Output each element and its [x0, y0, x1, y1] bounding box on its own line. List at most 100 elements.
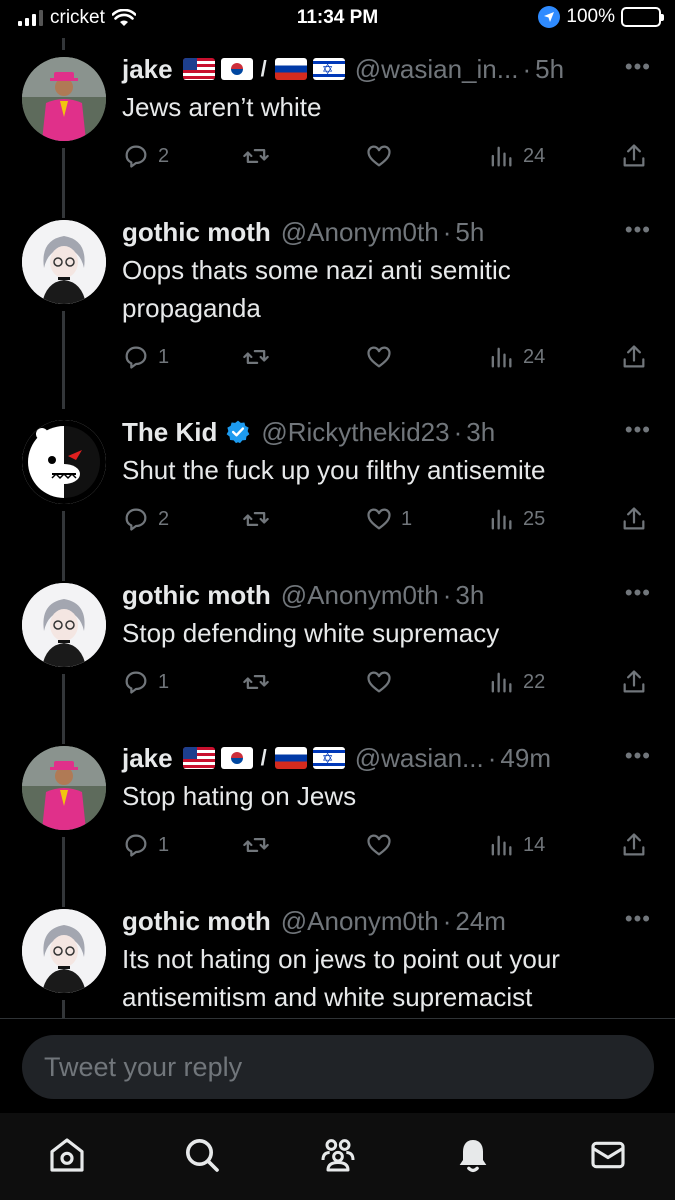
- avatar[interactable]: [22, 220, 106, 304]
- reply-count: 1: [158, 670, 170, 693]
- avatar[interactable]: [22, 583, 106, 667]
- like-button[interactable]: [365, 343, 401, 371]
- timestamp[interactable]: 24m: [455, 906, 506, 937]
- share-button[interactable]: [620, 142, 648, 170]
- display-name[interactable]: The Kid: [122, 417, 217, 448]
- tweet-header: The Kid @Rickythekid23 · 3h: [122, 415, 655, 449]
- avatar[interactable]: [22, 420, 106, 504]
- tweet-content: gothic moth @Anonym0th · 5h ••• Oops tha…: [122, 215, 655, 377]
- views-button[interactable]: 14: [487, 831, 545, 859]
- il-flag-icon: [312, 747, 345, 769]
- reply-bar: [0, 1018, 675, 1113]
- handle[interactable]: @Anonym0th: [281, 580, 439, 611]
- views-button[interactable]: 22: [487, 668, 545, 696]
- avatar[interactable]: [22, 909, 106, 993]
- tweet[interactable]: gothic moth @Anonym0th · 3h ••• Stop def…: [0, 578, 675, 728]
- more-options-icon[interactable]: •••: [625, 417, 651, 443]
- more-options-icon[interactable]: •••: [625, 580, 651, 606]
- separator-dot: ·: [442, 905, 452, 936]
- reply-button[interactable]: 2: [122, 142, 169, 170]
- display-name[interactable]: gothic moth: [122, 217, 271, 248]
- more-options-icon[interactable]: •••: [625, 906, 651, 932]
- tweet[interactable]: The Kid @Rickythekid23 · 3h ••• Shut the…: [0, 415, 675, 565]
- flag-separator: /: [260, 56, 267, 81]
- reply-icon: [125, 508, 147, 531]
- status-bar: cricket 11:34 PM 100%: [0, 0, 675, 38]
- timestamp[interactable]: 5h: [455, 217, 484, 248]
- tweet[interactable]: jake / @wasian_in... · 5h ••• Jews aren’…: [0, 52, 675, 202]
- views-button[interactable]: 25: [487, 505, 545, 533]
- notifications-tab[interactable]: [451, 1133, 495, 1177]
- home-tab[interactable]: [45, 1133, 89, 1177]
- communities-tab[interactable]: [316, 1133, 360, 1177]
- share-button[interactable]: [620, 505, 648, 533]
- display-name[interactable]: gothic moth: [122, 580, 271, 611]
- tweet[interactable]: gothic moth @Anonym0th · 24m ••• Its not…: [0, 904, 675, 1018]
- views-button[interactable]: 24: [487, 343, 545, 371]
- view-count: 14: [523, 833, 546, 856]
- tweet-content: gothic moth @Anonym0th · 24m ••• Its not…: [122, 904, 655, 1016]
- share-button[interactable]: [620, 668, 648, 696]
- search-tab[interactable]: [180, 1133, 224, 1177]
- timestamp[interactable]: 49m: [500, 743, 551, 774]
- avatar-image: [22, 220, 106, 304]
- more-options-icon[interactable]: •••: [625, 217, 651, 243]
- avatar[interactable]: [22, 57, 106, 141]
- status-right: 100%: [538, 6, 664, 28]
- like-button[interactable]: [365, 668, 401, 696]
- handle[interactable]: @wasian...: [355, 743, 484, 774]
- like-count: 1: [401, 507, 413, 530]
- views-icon: [491, 672, 512, 693]
- views-icon: [491, 509, 512, 530]
- retweet-button[interactable]: [242, 142, 278, 170]
- retweet-button[interactable]: [242, 505, 278, 533]
- share-icon: [623, 144, 645, 167]
- timestamp[interactable]: 5h: [535, 54, 564, 85]
- timestamp[interactable]: 3h: [455, 580, 484, 611]
- separator-dot: ·: [487, 742, 497, 773]
- tweet[interactable]: gothic moth @Anonym0th · 5h ••• Oops tha…: [0, 215, 675, 405]
- more-options-icon[interactable]: •••: [625, 743, 651, 769]
- reply-input[interactable]: [22, 1035, 654, 1099]
- like-button[interactable]: [365, 142, 401, 170]
- tweet-text: Shut the fuck up you filthy antisemite: [122, 455, 546, 485]
- like-button[interactable]: [365, 831, 401, 859]
- display-name[interactable]: jake: [122, 743, 173, 774]
- separator-dot: ·: [442, 579, 452, 610]
- ru-flag-icon: [274, 58, 307, 80]
- tweet-actions: 1 22: [122, 662, 655, 702]
- avatar-image: [22, 909, 106, 993]
- tweet-content: jake / @wasian_in... · 5h ••• Jews aren’…: [122, 52, 655, 176]
- handle[interactable]: @wasian_in...: [355, 54, 519, 85]
- separator-dot: ·: [442, 216, 452, 247]
- timestamp[interactable]: 3h: [466, 417, 495, 448]
- reply-button[interactable]: 1: [122, 831, 169, 859]
- us-flag-icon: [182, 58, 215, 80]
- handle[interactable]: @Anonym0th: [281, 217, 439, 248]
- share-button[interactable]: [620, 343, 648, 371]
- avatar[interactable]: [22, 746, 106, 830]
- tweet[interactable]: jake / @wasian... · 49m ••• Stop hating …: [0, 741, 675, 891]
- messages-tab[interactable]: [586, 1133, 630, 1177]
- reply-thread[interactable]: jake / @wasian_in... · 5h ••• Jews aren’…: [0, 38, 675, 1018]
- reply-button[interactable]: 1: [122, 668, 169, 696]
- retweet-button[interactable]: [242, 343, 278, 371]
- view-count: 24: [523, 144, 546, 167]
- reply-button[interactable]: 2: [122, 505, 169, 533]
- more-options-icon[interactable]: •••: [625, 54, 651, 80]
- share-button[interactable]: [620, 831, 648, 859]
- handle[interactable]: @Rickythekid23: [261, 417, 449, 448]
- battery-percent: 100%: [566, 6, 615, 27]
- views-button[interactable]: 24: [487, 142, 545, 170]
- retweet-button[interactable]: [242, 831, 278, 859]
- heart-icon: [367, 671, 391, 693]
- share-icon: [623, 670, 645, 693]
- handle[interactable]: @Anonym0th: [281, 906, 439, 937]
- retweet-button[interactable]: [242, 668, 278, 696]
- display-name[interactable]: gothic moth: [122, 906, 271, 937]
- messages-icon: [591, 1141, 625, 1169]
- display-name[interactable]: jake: [122, 54, 173, 85]
- reply-button[interactable]: 1: [122, 343, 169, 371]
- like-button[interactable]: 1: [365, 505, 412, 533]
- battery-icon: [621, 7, 664, 27]
